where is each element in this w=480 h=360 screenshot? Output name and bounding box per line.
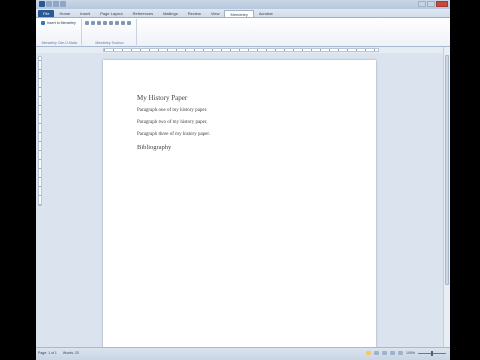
tab-home[interactable]: Home [54, 10, 75, 17]
tab-acrobat[interactable]: Acrobat [254, 10, 278, 17]
print-layout-icon[interactable] [366, 351, 372, 355]
save-icon[interactable] [46, 1, 52, 7]
tab-review[interactable]: Review [183, 10, 206, 17]
page-content: My History Paper Paragraph one of my his… [137, 94, 210, 151]
bibliography-heading: Bibliography [137, 144, 172, 151]
redo-icon[interactable] [60, 1, 66, 7]
insert-citation-icon[interactable] [85, 21, 89, 25]
group-label-toolbox: Mendeley Toolbox [95, 41, 124, 45]
zoom-level[interactable]: 100% [406, 351, 415, 355]
word-window: File Home Insert Page Layout References … [36, 0, 450, 360]
sync-icon[interactable] [121, 21, 125, 25]
vertical-scrollbar[interactable] [443, 47, 450, 347]
ribbon-tabs: File Home Insert Page Layout References … [36, 9, 450, 18]
paragraph-3: Paragraph three of my history paper. [137, 132, 211, 137]
refresh-icon[interactable] [115, 21, 119, 25]
maximize-button[interactable] [427, 1, 435, 7]
page-count[interactable]: Page: 1 of 1 [38, 351, 57, 355]
tab-mailings[interactable]: Mailings [158, 10, 183, 17]
bibliography-icon[interactable] [109, 21, 113, 25]
zoom-slider[interactable] [418, 350, 446, 356]
mendeley-icon [41, 21, 45, 25]
paragraph-2: Paragraph two of my history paper. [137, 120, 208, 125]
ribbon-group-toolbox: Mendeley Toolbox [83, 19, 137, 45]
window-controls [418, 1, 448, 7]
outline-icon[interactable] [390, 351, 396, 355]
tab-mendeley[interactable]: Mendeley [224, 10, 254, 17]
ruler-scale[interactable] [103, 48, 379, 52]
insert-to-mendeley-label: Insert to Mendeley [47, 21, 76, 25]
status-left: Page: 1 of 1 Words: 20 [38, 351, 79, 355]
export-icon[interactable] [127, 21, 131, 25]
title-bar [36, 0, 450, 9]
document-page[interactable]: My History Paper Paragraph one of my his… [103, 60, 376, 352]
document-area: My History Paper Paragraph one of my his… [36, 53, 443, 352]
tab-page-layout[interactable]: Page Layout [95, 10, 127, 17]
scrollbar-thumb[interactable] [445, 55, 449, 285]
citation-style-icon[interactable] [103, 21, 107, 25]
ribbon-group-cite: Insert to Mendeley Mendeley Cite-O-Matic [38, 19, 82, 45]
status-right: 100% [366, 350, 446, 356]
merge-citations-icon[interactable] [97, 21, 101, 25]
group-label-cite: Mendeley Cite-O-Matic [41, 41, 78, 45]
tab-insert[interactable]: Insert [75, 10, 95, 17]
close-button[interactable] [436, 1, 448, 7]
tab-references[interactable]: References [128, 10, 158, 17]
status-bar: Page: 1 of 1 Words: 20 100% [36, 347, 450, 360]
word-count[interactable]: Words: 20 [63, 351, 79, 355]
edit-citation-icon[interactable] [91, 21, 95, 25]
document-title: My History Paper [137, 94, 188, 102]
tab-file[interactable]: File [38, 10, 55, 17]
full-screen-icon[interactable] [374, 351, 380, 355]
tab-view[interactable]: View [206, 10, 225, 17]
minimize-button[interactable] [418, 1, 426, 7]
word-app-icon[interactable] [39, 1, 45, 7]
insert-to-mendeley-button[interactable]: Insert to Mendeley [41, 21, 76, 25]
toolbox-icons [85, 21, 131, 25]
vertical-ruler [38, 56, 42, 206]
undo-icon[interactable] [53, 1, 59, 7]
paragraph-1: Paragraph one of my history paper. [137, 108, 208, 113]
quick-access-toolbar [39, 1, 66, 7]
zoom-slider-knob[interactable] [431, 350, 433, 356]
web-layout-icon[interactable] [382, 351, 388, 355]
draft-icon[interactable] [398, 351, 404, 355]
ribbon: Insert to Mendeley Mendeley Cite-O-Matic… [36, 18, 450, 47]
